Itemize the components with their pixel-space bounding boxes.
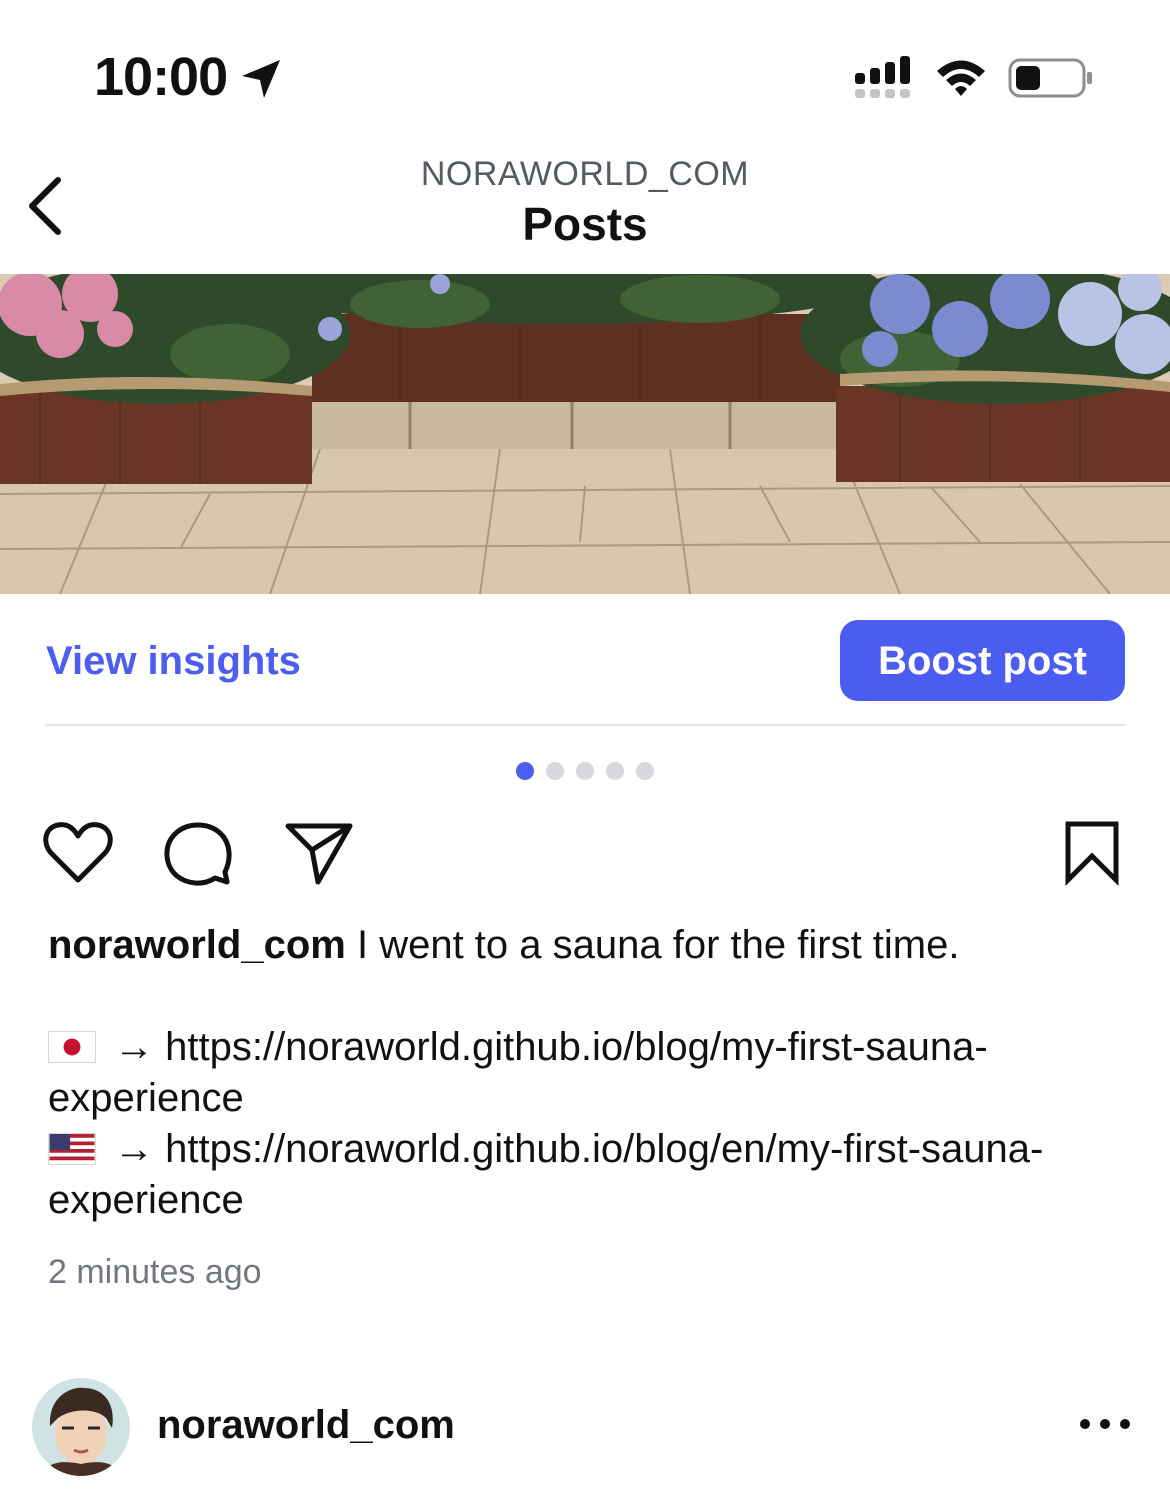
account-name: NORAWORLD_COM	[420, 155, 750, 193]
caption-text: I went to a sauna for the first time.	[356, 923, 960, 967]
japan-flag-icon	[48, 1031, 96, 1063]
caption-link-us: → https://noraworld.github.io/blog/en/my…	[48, 1124, 1128, 1226]
arrow-glyph: →	[114, 1127, 154, 1171]
post-caption: noraworld_com I went to a sauna for the …	[48, 920, 1128, 1226]
caption-link-jp: → https://noraworld.github.io/blog/my-fi…	[48, 1022, 1128, 1124]
carousel-indicator	[0, 762, 1170, 780]
blog-link-us[interactable]: https://noraworld.github.io/blog/en/my-f…	[48, 1127, 1043, 1222]
share-icon[interactable]	[284, 820, 354, 886]
caption-username[interactable]: noraworld_com	[48, 923, 346, 967]
carousel-dot	[576, 762, 594, 780]
next-post-username[interactable]: noraworld_com	[157, 1398, 455, 1452]
view-insights-link[interactable]: View insights	[46, 634, 301, 688]
post-timestamp: 2 minutes ago	[48, 1253, 262, 1291]
carousel-dot-active	[516, 762, 534, 780]
comment-icon[interactable]	[163, 820, 233, 886]
location-arrow-icon	[242, 60, 280, 98]
more-horizontal-icon[interactable]	[1076, 1406, 1134, 1442]
carousel-dot	[636, 762, 654, 780]
heart-icon[interactable]	[42, 820, 114, 886]
post-photo[interactable]	[0, 274, 1170, 594]
us-flag-icon	[48, 1133, 96, 1165]
avatar[interactable]	[32, 1378, 130, 1476]
bookmark-icon[interactable]	[1062, 820, 1122, 886]
boost-post-button[interactable]: Boost post	[840, 620, 1125, 701]
divider	[45, 724, 1125, 726]
page-title: Posts	[522, 198, 648, 250]
cellular-signal-icon	[855, 56, 910, 98]
carousel-dot	[606, 762, 624, 780]
caption-line: noraworld_com I went to a sauna for the …	[48, 920, 1128, 971]
status-time: 10:00	[94, 47, 228, 107]
arrow-glyph: →	[114, 1025, 154, 1069]
battery-icon	[1008, 58, 1092, 98]
blog-link-jp[interactable]: https://noraworld.github.io/blog/my-firs…	[48, 1025, 988, 1120]
wifi-icon	[937, 60, 985, 96]
carousel-dot	[546, 762, 564, 780]
